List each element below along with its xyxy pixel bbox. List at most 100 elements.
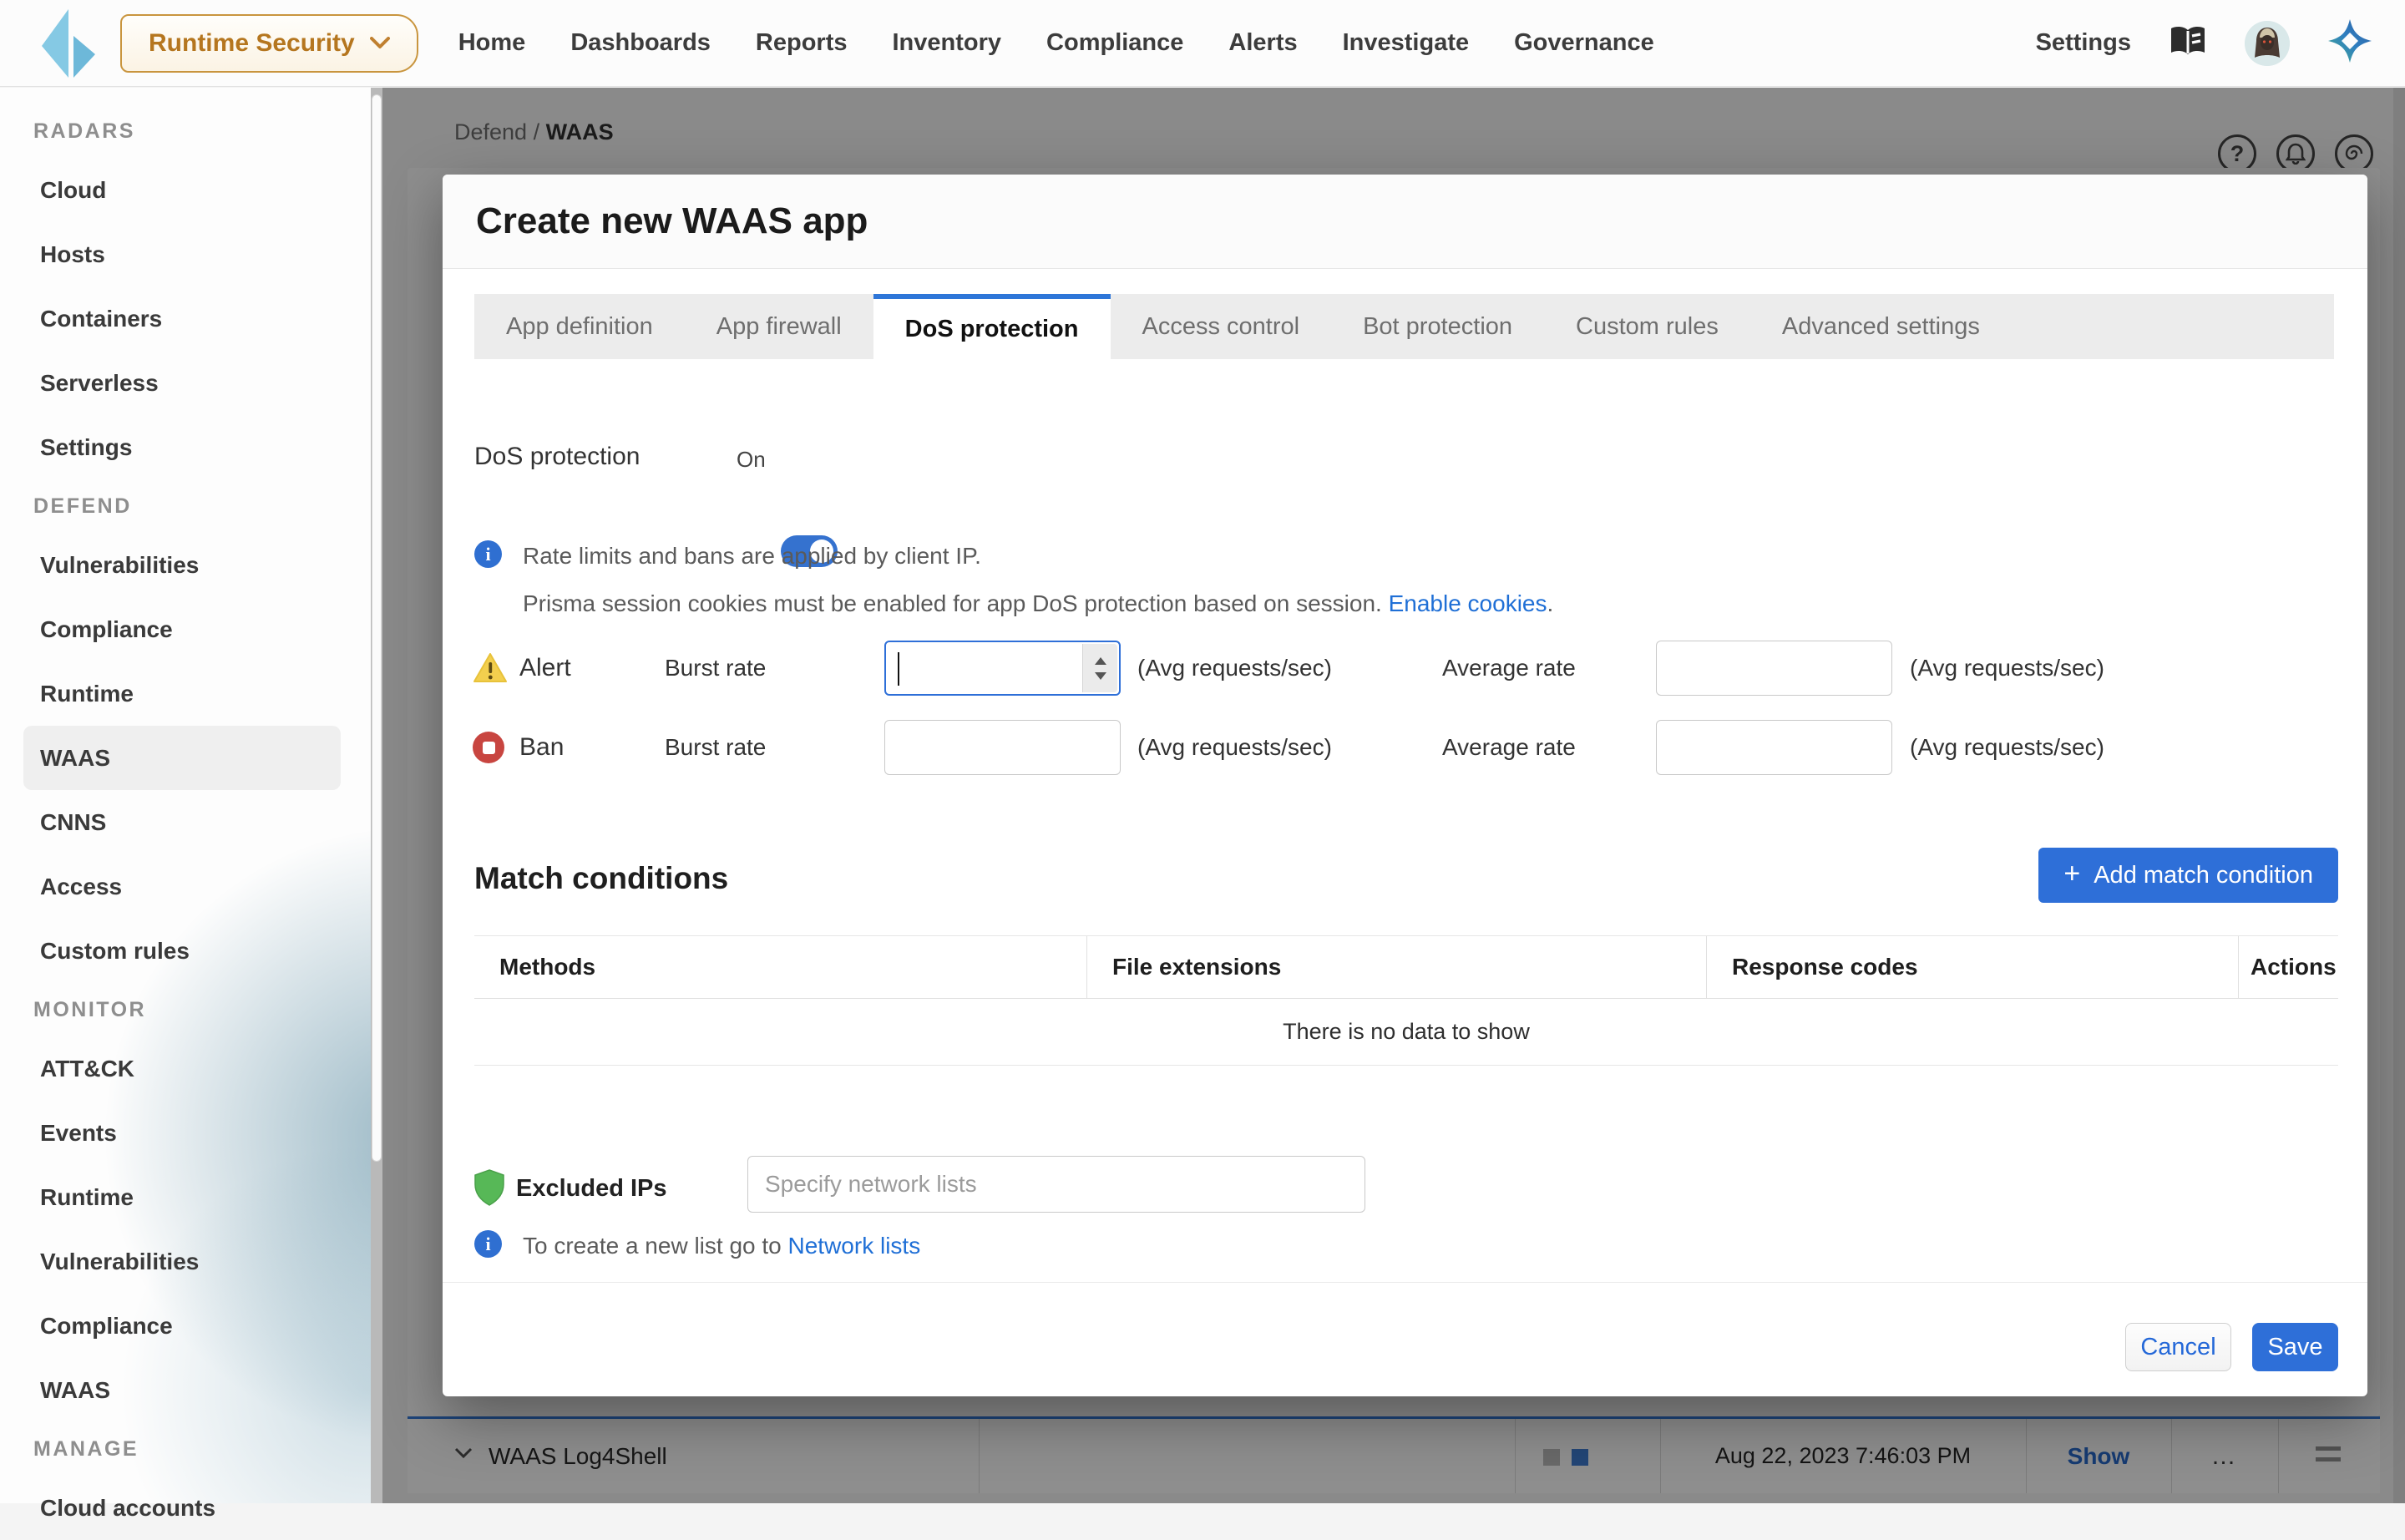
- main-nav: Home Dashboards Reports Inventory Compli…: [458, 29, 1654, 57]
- toggle-state-label: On: [737, 443, 766, 475]
- alert-average-label: Average rate: [1442, 641, 1576, 696]
- ban-burst-rate-input[interactable]: [885, 721, 1120, 774]
- dos-protection-label: DoS protection: [474, 438, 640, 475]
- chevron-down-icon: [370, 37, 390, 49]
- modal-header: Create new WAAS app: [443, 175, 2367, 269]
- sidebar-section-radars: RADARS: [0, 104, 382, 158]
- ban-burst-label: Burst rate: [665, 720, 766, 775]
- tab-dos-protection[interactable]: DoS protection: [873, 294, 1111, 359]
- shield-icon: [474, 1169, 504, 1210]
- nav-reports[interactable]: Reports: [756, 29, 848, 57]
- cancel-button[interactable]: Cancel: [2125, 1323, 2231, 1371]
- ban-average-label: Average rate: [1442, 720, 1576, 775]
- tab-custom-rules[interactable]: Custom rules: [1544, 294, 1750, 359]
- footer-divider: [443, 1282, 2367, 1283]
- sidebar-item-defend-waas[interactable]: WAAS: [23, 726, 341, 790]
- tab-advanced-settings[interactable]: Advanced settings: [1750, 294, 2012, 359]
- column-actions: Actions: [2239, 936, 2338, 998]
- nav-investigate[interactable]: Investigate: [1343, 29, 1470, 57]
- stepper-up-icon[interactable]: [1095, 657, 1106, 665]
- excluded-ips-label: Excluded IPs: [516, 1175, 667, 1203]
- match-conditions-heading: Match conditions: [474, 861, 728, 896]
- alert-average-unit: (Avg requests/sec): [1910, 641, 2104, 696]
- sidebar-item-containers[interactable]: Containers: [0, 286, 382, 351]
- excluded-ips-input[interactable]: [748, 1157, 1365, 1212]
- nav-inventory[interactable]: Inventory: [893, 29, 1002, 57]
- plus-icon: +: [2063, 858, 2080, 890]
- alert-average-rate-input[interactable]: [1657, 641, 1891, 695]
- tab-access-control[interactable]: Access control: [1111, 294, 1332, 359]
- nav-alerts[interactable]: Alerts: [1228, 29, 1297, 57]
- sidebar-item-cloud[interactable]: Cloud: [0, 158, 382, 222]
- tab-bot-protection[interactable]: Bot protection: [1331, 294, 1544, 359]
- docs-book-icon[interactable]: [2170, 25, 2206, 61]
- prisma-cloud-star-icon[interactable]: [2328, 19, 2372, 67]
- sidebar-scrollbar-thumb[interactable]: [372, 94, 382, 1162]
- column-file-extensions: File extensions: [1087, 936, 1707, 998]
- prisma-compute-logo-icon: [38, 8, 99, 79]
- sidebar-item-monitor-compliance[interactable]: Compliance: [0, 1294, 382, 1358]
- network-lists-link[interactable]: Network lists: [788, 1233, 921, 1259]
- sidebar-item-monitor-runtime[interactable]: Runtime: [0, 1165, 382, 1229]
- sidebar-section-defend: DEFEND: [0, 479, 382, 533]
- sidebar-item-settings[interactable]: Settings: [0, 415, 382, 479]
- product-switcher-label: Runtime Security: [149, 29, 355, 58]
- nav-settings[interactable]: Settings: [2036, 29, 2131, 57]
- nav-dashboards[interactable]: Dashboards: [570, 29, 711, 57]
- sidebar-item-cloud-accounts[interactable]: Cloud accounts: [0, 1476, 382, 1540]
- warning-triangle-icon: [473, 652, 508, 688]
- column-response-codes: Response codes: [1707, 936, 2239, 998]
- number-stepper[interactable]: [1082, 644, 1117, 692]
- sidebar-item-serverless[interactable]: Serverless: [0, 351, 382, 415]
- ban-icon: [473, 732, 504, 763]
- ban-row-label: Ban: [519, 720, 564, 775]
- ban-average-unit: (Avg requests/sec): [1910, 720, 2104, 775]
- sidebar-item-hosts[interactable]: Hosts: [0, 222, 382, 286]
- modal-title: Create new WAAS app: [476, 200, 868, 242]
- ban-average-rate-field: [1656, 720, 1892, 775]
- rate-limit-info-line2: Prisma session cookies must be enabled f…: [523, 590, 1382, 616]
- rate-limit-info-line1: Rate limits and bans are applied by clie…: [523, 543, 981, 570]
- alert-burst-unit: (Avg requests/sec): [1137, 641, 1332, 696]
- sidebar-item-monitor-waas[interactable]: WAAS: [0, 1358, 382, 1422]
- alert-burst-rate-field: [884, 641, 1121, 696]
- ban-burst-unit: (Avg requests/sec): [1137, 720, 1332, 775]
- sidebar-item-defend-custom-rules[interactable]: Custom rules: [0, 919, 382, 983]
- match-conditions-table: Methods File extensions Response codes A…: [474, 935, 2338, 1066]
- add-match-condition-button[interactable]: + Add match condition: [2038, 848, 2338, 903]
- column-methods: Methods: [474, 936, 1087, 998]
- top-navigation-bar: Runtime Security Home Dashboards Reports…: [0, 0, 2405, 87]
- ban-burst-rate-field: [884, 720, 1121, 775]
- info-icon: i: [474, 540, 502, 568]
- sidebar-section-monitor: MONITOR: [0, 983, 382, 1036]
- user-avatar[interactable]: [2245, 21, 2290, 66]
- table-header-row: Methods File extensions Response codes A…: [474, 936, 2338, 999]
- network-lists-info: To create a new list go to: [523, 1233, 782, 1259]
- sidebar-scrollbar-track[interactable]: [371, 88, 382, 1503]
- alert-burst-label: Burst rate: [665, 641, 766, 696]
- sidebar-item-defend-compliance[interactable]: Compliance: [0, 597, 382, 661]
- table-empty-state: There is no data to show: [474, 999, 2338, 1066]
- sidebar-item-defend-vulnerabilities[interactable]: Vulnerabilities: [0, 533, 382, 597]
- sidebar-item-defend-cnns[interactable]: CNNS: [0, 790, 382, 854]
- modal-tabbar: App definition App firewall DoS protecti…: [474, 294, 2334, 359]
- save-button[interactable]: Save: [2252, 1323, 2338, 1371]
- sidebar-item-monitor-attack[interactable]: ATT&CK: [0, 1036, 382, 1101]
- alert-average-rate-field: [1656, 641, 1892, 696]
- left-sidebar: RADARS Cloud Hosts Containers Serverless…: [0, 88, 382, 1503]
- excluded-ips-field: [747, 1156, 1365, 1213]
- tab-app-definition[interactable]: App definition: [474, 294, 685, 359]
- ban-average-rate-input[interactable]: [1657, 721, 1891, 774]
- nav-compliance[interactable]: Compliance: [1046, 29, 1183, 57]
- product-switcher-runtime-security[interactable]: Runtime Security: [120, 14, 418, 73]
- sidebar-item-defend-runtime[interactable]: Runtime: [0, 661, 382, 726]
- enable-cookies-link[interactable]: Enable cookies: [1389, 590, 1547, 616]
- alert-row-label: Alert: [519, 641, 571, 696]
- nav-governance[interactable]: Governance: [1514, 29, 1654, 57]
- sidebar-item-defend-access[interactable]: Access: [0, 854, 382, 919]
- nav-home[interactable]: Home: [458, 29, 526, 57]
- stepper-down-icon[interactable]: [1095, 672, 1106, 680]
- tab-app-firewall[interactable]: App firewall: [685, 294, 873, 359]
- sidebar-item-monitor-vulnerabilities[interactable]: Vulnerabilities: [0, 1229, 382, 1294]
- sidebar-item-monitor-events[interactable]: Events: [0, 1101, 382, 1165]
